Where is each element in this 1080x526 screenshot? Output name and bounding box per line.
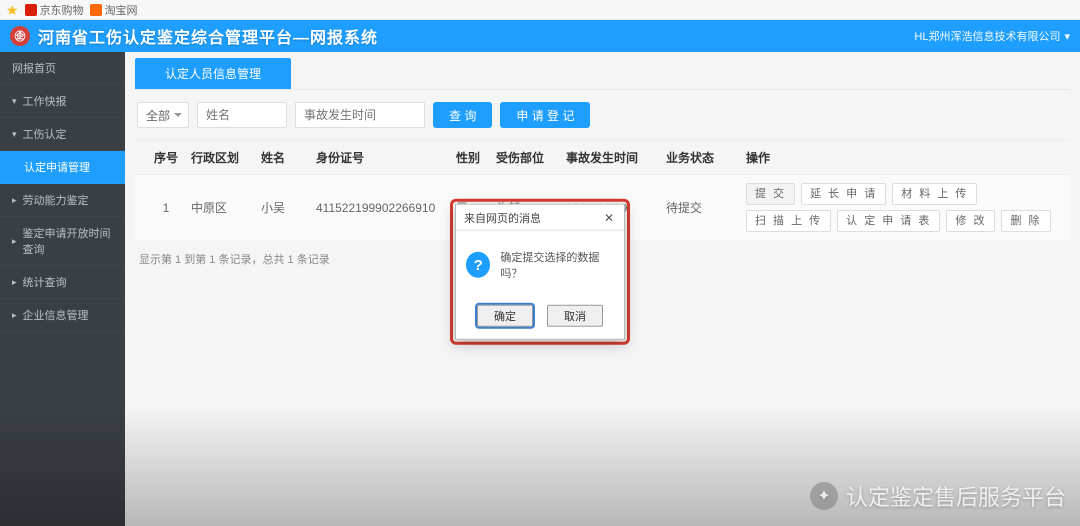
sidebar-item-enterprise[interactable]: ▸ 企业信息管理 <box>0 299 125 332</box>
close-icon[interactable]: ✕ <box>602 210 616 224</box>
question-icon: ? <box>466 252 490 278</box>
accident-time-input[interactable] <box>295 102 425 128</box>
col-ops: 操作 <box>746 149 1064 166</box>
bookmark-label: 淘宝网 <box>105 2 138 18</box>
table-header: 序号 行政区划 姓名 身份证号 性别 受伤部位 事故发生时间 业务状态 操作 <box>135 141 1070 175</box>
op-delete-button[interactable]: 删 除 <box>1001 210 1050 232</box>
dialog-highlight-frame: 来自网页的消息 ✕ ? 确定提交选择的数据吗？ 确定 取消 <box>450 199 630 345</box>
col-status: 业务状态 <box>666 149 746 166</box>
cell-index: 1 <box>141 201 191 215</box>
sidebar-item-label: 网报首页 <box>12 60 56 76</box>
cell-status: 待提交 <box>666 199 746 216</box>
col-part: 受伤部位 <box>496 149 566 166</box>
app-header: ㊭ 河南省工伤认定鉴定综合管理平台—网报系统 HL郑州浑浩信息技术有限公司 ▾ <box>0 20 1080 52</box>
jd-icon <box>25 4 37 16</box>
star-icon: ★ <box>6 4 19 16</box>
op-edit-button[interactable]: 修 改 <box>946 210 995 232</box>
taobao-icon <box>90 4 102 16</box>
tab-label: 认定人员信息管理 <box>165 67 261 81</box>
sidebar-item-label: 统计查询 <box>23 274 67 290</box>
name-input[interactable] <box>197 102 287 128</box>
col-name: 姓名 <box>261 149 316 166</box>
sidebar-item-label: 工作快报 <box>23 93 67 109</box>
sidebar-item-apply-mgmt[interactable]: 认定申请管理 <box>0 151 125 184</box>
op-submit-button[interactable]: 提 交 <box>746 183 795 205</box>
sidebar-item-label: 企业信息管理 <box>23 307 89 323</box>
cell-name: 小吴 <box>261 199 316 216</box>
dialog-ok-button[interactable]: 确定 <box>477 305 533 327</box>
bookmark-jd[interactable]: 京东购物 <box>25 2 84 18</box>
dialog-cancel-button[interactable]: 取消 <box>547 305 603 327</box>
sidebar-item-label: 劳动能力鉴定 <box>23 192 89 208</box>
chevron-down-icon: ▾ <box>12 96 17 107</box>
wechat-icon: ✦ <box>810 482 838 510</box>
dialog-body: ? 确定提交选择的数据吗？ <box>456 231 624 297</box>
user-name: HL郑州浑浩信息技术有限公司 <box>914 28 1060 44</box>
register-button[interactable]: 申 请 登 记 <box>500 102 590 128</box>
bookmark-taobao[interactable]: 淘宝网 <box>90 2 138 18</box>
user-menu[interactable]: HL郑州浑浩信息技术有限公司 ▾ <box>914 28 1070 44</box>
sidebar-item-labor-ability[interactable]: ▸ 劳动能力鉴定 <box>0 184 125 217</box>
op-scan-button[interactable]: 扫 描 上 传 <box>746 210 831 232</box>
chevron-down-icon: ▾ <box>12 129 17 140</box>
sidebar-item-work-report[interactable]: ▾ 工作快报 <box>0 85 125 118</box>
sidebar-item-label: 认定申请管理 <box>24 159 90 175</box>
sidebar-item-label: 工伤认定 <box>23 126 67 142</box>
col-index: 序号 <box>141 149 191 166</box>
sidebar-item-label: 鉴定申请开放时间查询 <box>23 225 115 257</box>
cell-idno: 411522199902266910 <box>316 201 456 215</box>
dialog-message: 确定提交选择的数据吗？ <box>500 249 614 281</box>
op-material-button[interactable]: 材 料 上 传 <box>892 183 977 205</box>
cell-operations: 提 交 延 长 申 请 材 料 上 传 扫 描 上 传 认 定 申 请 表 修 … <box>746 183 1064 232</box>
op-form-button[interactable]: 认 定 申 请 表 <box>837 210 940 232</box>
select-value: 全部 <box>146 107 170 124</box>
filter-bar: 全部 查 询 申 请 登 记 <box>135 102 1070 140</box>
chevron-down-icon: ▾ <box>1064 30 1070 43</box>
tab-bar: 认定人员信息管理 <box>135 58 1070 90</box>
dialog-footer: 确定 取消 <box>456 297 624 339</box>
dialog-header: 来自网页的消息 ✕ <box>456 205 624 231</box>
app-logo-icon: ㊭ <box>10 26 30 46</box>
browser-bookmarks-bar: ★ 京东购物 淘宝网 <box>0 0 1080 20</box>
sidebar-item-statistics[interactable]: ▸ 统计查询 <box>0 266 125 299</box>
sidebar: 网报首页 ▾ 工作快报 ▾ 工伤认定 认定申请管理 ▸ 劳动能力鉴定 ▸ 鉴定申… <box>0 52 125 526</box>
col-idno: 身份证号 <box>316 149 456 166</box>
watermark-text: 认定鉴定售后服务平台 <box>846 480 1066 512</box>
chevron-right-icon: ▸ <box>12 236 17 247</box>
search-button[interactable]: 查 询 <box>433 102 492 128</box>
app-title: 河南省工伤认定鉴定综合管理平台—网报系统 <box>38 24 378 48</box>
watermark: ✦ 认定鉴定售后服务平台 <box>810 480 1066 512</box>
cell-area: 中原区 <box>191 199 261 216</box>
scope-select[interactable]: 全部 <box>137 102 189 128</box>
tab-personnel-mgmt[interactable]: 认定人员信息管理 <box>135 58 291 89</box>
dialog-title: 来自网页的消息 <box>464 209 541 225</box>
sidebar-item-injury-identify[interactable]: ▾ 工伤认定 <box>0 118 125 151</box>
sidebar-item-home[interactable]: 网报首页 <box>0 52 125 85</box>
col-sex: 性别 <box>456 149 496 166</box>
col-area: 行政区划 <box>191 149 261 166</box>
chevron-right-icon: ▸ <box>12 277 17 288</box>
col-time: 事故发生时间 <box>566 149 666 166</box>
op-extend-button[interactable]: 延 长 申 请 <box>801 183 886 205</box>
chevron-right-icon: ▸ <box>12 195 17 206</box>
confirm-dialog: 来自网页的消息 ✕ ? 确定提交选择的数据吗？ 确定 取消 <box>455 204 625 340</box>
bookmark-label: 京东购物 <box>40 2 84 18</box>
sidebar-item-review-time[interactable]: ▸ 鉴定申请开放时间查询 <box>0 217 125 266</box>
chevron-right-icon: ▸ <box>12 310 17 321</box>
